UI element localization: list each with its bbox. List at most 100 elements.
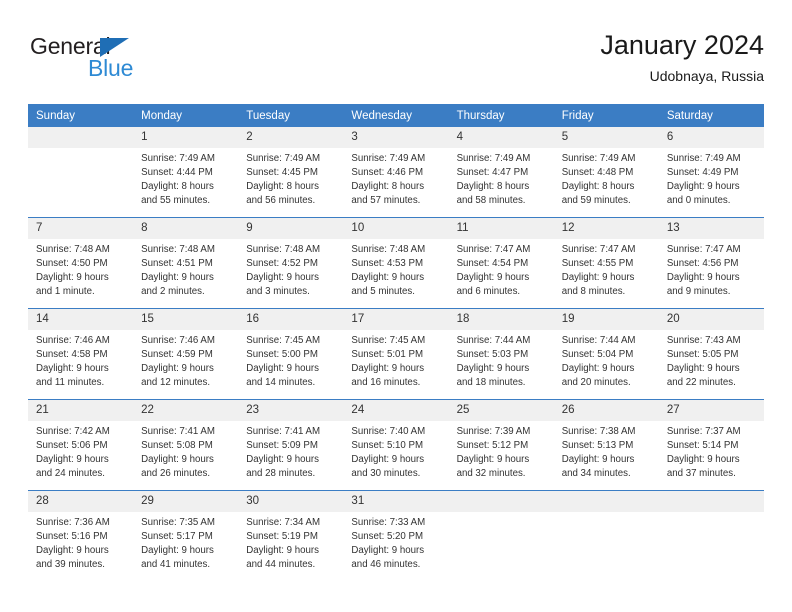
- day-cell-inner: 27 Sunrise: 7:37 AM Sunset: 5:14 PM Dayligh…: [658, 400, 764, 490]
- day-details: Sunrise: 7:42 AM Sunset: 5:06 PM Daylight:…: [28, 421, 133, 481]
- day-number: 31: [343, 491, 449, 512]
- calendar-day-cell[interactable]: 31 Sunrise: 7:33 AM Sunset: 5:20 PM Dayligh…: [343, 490, 449, 581]
- calendar-week-row: 1 Sunrise: 7:49 AM Sunset: 4:44 PM Daylight…: [28, 127, 764, 218]
- sunset-text: Sunset: 5:12 PM: [456, 439, 529, 451]
- day-cell-inner: 29 Sunrise: 7:35 AM Sunset: 5:17 PM Dayligh…: [133, 491, 239, 581]
- day-details: Sunrise: 7:36 AM Sunset: 5:16 PM Daylight:…: [28, 512, 133, 572]
- daylight-text: Daylight: 9 hours and 8 minutes.: [561, 271, 635, 297]
- weekday-header-wednesday: Wednesday: [343, 104, 449, 127]
- day-cell-inner: 20 Sunrise: 7:43 AM Sunset: 5:05 PM Dayligh…: [658, 309, 764, 399]
- general-blue-logo[interactable]: General Blue: [28, 33, 228, 91]
- calendar-day-cell[interactable]: 13 Sunrise: 7:47 AM Sunset: 4:56 PM Dayligh…: [658, 217, 764, 309]
- day-cell-inner: 23 Sunrise: 7:41 AM Sunset: 5:09 PM Dayligh…: [238, 400, 344, 490]
- calendar-header-row: Sunday Monday Tuesday Wednesday Thursday Frid…: [28, 104, 764, 127]
- day-number: 6: [658, 127, 764, 148]
- calendar-day-cell[interactable]: 9 Sunrise: 7:48 AM Sunset: 4:52 PM Daylight…: [238, 217, 344, 309]
- daylight-text: Daylight: 9 hours and 2 minutes.: [141, 271, 214, 297]
- day-details: Sunrise: 7:49 AM Sunset: 4:48 PM Daylight:…: [554, 148, 659, 208]
- sunset-text: Sunset: 5:17 PM: [141, 530, 213, 542]
- calendar-day-cell[interactable]: 8 Sunrise: 7:48 AM Sunset: 4:51 PM Daylight…: [133, 217, 239, 309]
- page-header: General Blue January 2024 Udobnaya, Russ…: [28, 28, 764, 98]
- calendar-day-cell[interactable]: 6 Sunrise: 7:49 AM Sunset: 4:49 PM Daylight…: [658, 127, 764, 218]
- day-cell-inner: 8 Sunrise: 7:48 AM Sunset: 4:51 PM Daylight…: [133, 218, 239, 308]
- calendar-day-cell[interactable]: 7 Sunrise: 7:48 AM Sunset: 4:50 PM Daylight…: [28, 217, 134, 309]
- sunset-text: Sunset: 4:47 PM: [456, 166, 529, 178]
- day-details: Sunrise: 7:49 AM Sunset: 4:45 PM Daylight:…: [238, 148, 343, 208]
- calendar-day-cell[interactable]: 23 Sunrise: 7:41 AM Sunset: 5:09 PM Dayligh…: [238, 399, 344, 491]
- day-cell-inner: [658, 491, 764, 581]
- page-subtitle-location: Udobnaya, Russia: [649, 68, 764, 84]
- calendar-day-cell[interactable]: 26 Sunrise: 7:38 AM Sunset: 5:13 PM Dayligh…: [553, 399, 659, 491]
- day-details: Sunrise: 7:49 AM Sunset: 4:46 PM Daylight:…: [343, 148, 448, 208]
- day-details: Sunrise: 7:44 AM Sunset: 5:03 PM Daylight:…: [449, 330, 554, 390]
- calendar-day-cell[interactable]: 17 Sunrise: 7:45 AM Sunset: 5:01 PM Dayligh…: [343, 308, 449, 400]
- calendar-day-cell[interactable]: 5 Sunrise: 7:49 AM Sunset: 4:48 PM Daylight…: [553, 127, 659, 218]
- sunrise-text: Sunrise: 7:41 AM: [246, 426, 321, 437]
- day-cell-inner: [28, 127, 134, 217]
- sunset-text: Sunset: 4:48 PM: [561, 166, 634, 178]
- day-details: Sunrise: 7:48 AM Sunset: 4:52 PM Daylight:…: [238, 239, 343, 299]
- day-number: 5: [553, 127, 659, 148]
- day-details: Sunrise: 7:44 AM Sunset: 5:04 PM Daylight:…: [554, 330, 659, 390]
- day-cell-inner: 2 Sunrise: 7:49 AM Sunset: 4:45 PM Daylight…: [238, 127, 344, 217]
- day-cell-inner: 13 Sunrise: 7:47 AM Sunset: 4:56 PM Dayligh…: [658, 218, 764, 308]
- calendar-day-cell[interactable]: 20 Sunrise: 7:43 AM Sunset: 5:05 PM Dayligh…: [658, 308, 764, 400]
- daylight-text: Daylight: 9 hours and 32 minutes.: [456, 453, 530, 479]
- day-details: Sunrise: 7:45 AM Sunset: 5:00 PM Daylight:…: [238, 330, 343, 390]
- calendar-day-cell[interactable]: 1 Sunrise: 7:49 AM Sunset: 4:44 PM Daylight…: [133, 127, 239, 218]
- daylight-text: Daylight: 9 hours and 11 minutes.: [36, 362, 109, 388]
- calendar-day-cell[interactable]: 4 Sunrise: 7:49 AM Sunset: 4:47 PM Daylight…: [448, 127, 554, 218]
- sunset-text: Sunset: 5:01 PM: [351, 348, 424, 360]
- daylight-text: Daylight: 8 hours and 55 minutes.: [141, 180, 214, 206]
- sunset-text: Sunset: 4:54 PM: [456, 257, 529, 269]
- daylight-text: Daylight: 8 hours and 56 minutes.: [246, 180, 319, 206]
- calendar-day-cell[interactable]: 15 Sunrise: 7:46 AM Sunset: 4:59 PM Dayligh…: [133, 308, 239, 400]
- day-cell-inner: 10 Sunrise: 7:48 AM Sunset: 4:53 PM Dayligh…: [343, 218, 449, 308]
- calendar-day-cell[interactable]: 22 Sunrise: 7:41 AM Sunset: 5:08 PM Dayligh…: [133, 399, 239, 491]
- calendar-page: General Blue January 2024 Udobnaya, Russ…: [0, 0, 792, 612]
- day-number: 2: [238, 127, 344, 148]
- calendar-day-cell[interactable]: 14 Sunrise: 7:46 AM Sunset: 4:58 PM Dayligh…: [28, 308, 134, 400]
- weekday-header-friday: Friday: [553, 104, 659, 127]
- calendar-day-cell[interactable]: 27 Sunrise: 7:37 AM Sunset: 5:14 PM Dayligh…: [658, 399, 764, 491]
- day-cell-inner: 30 Sunrise: 7:34 AM Sunset: 5:19 PM Dayligh…: [238, 491, 344, 581]
- sunset-text: Sunset: 4:59 PM: [141, 348, 213, 360]
- calendar-day-cell[interactable]: 16 Sunrise: 7:45 AM Sunset: 5:00 PM Dayligh…: [238, 308, 344, 400]
- calendar-day-cell[interactable]: 21 Sunrise: 7:42 AM Sunset: 5:06 PM Dayligh…: [28, 399, 134, 491]
- day-cell-inner: 7 Sunrise: 7:48 AM Sunset: 4:50 PM Daylight…: [28, 218, 134, 308]
- daylight-text: Daylight: 9 hours and 12 minutes.: [141, 362, 214, 388]
- calendar-day-cell[interactable]: 2 Sunrise: 7:49 AM Sunset: 4:45 PM Daylight…: [238, 127, 344, 218]
- calendar-day-cell[interactable]: 10 Sunrise: 7:48 AM Sunset: 4:53 PM Dayligh…: [343, 217, 449, 309]
- calendar-day-cell[interactable]: 19 Sunrise: 7:44 AM Sunset: 5:04 PM Dayligh…: [553, 308, 659, 400]
- sunrise-text: Sunrise: 7:47 AM: [561, 244, 636, 255]
- calendar-day-cell[interactable]: 24 Sunrise: 7:40 AM Sunset: 5:10 PM Dayligh…: [343, 399, 449, 491]
- calendar-day-cell[interactable]: 28 Sunrise: 7:36 AM Sunset: 5:16 PM Dayligh…: [28, 490, 134, 581]
- sunset-text: Sunset: 5:14 PM: [666, 439, 739, 451]
- day-cell-inner: 12 Sunrise: 7:47 AM Sunset: 4:55 PM Dayligh…: [553, 218, 659, 308]
- sunrise-text: Sunrise: 7:41 AM: [141, 426, 215, 437]
- calendar-table: Sunday Monday Tuesday Wednesday Thursday Frid…: [28, 104, 764, 581]
- sunrise-text: Sunrise: 7:47 AM: [456, 244, 531, 255]
- day-cell-inner: 16 Sunrise: 7:45 AM Sunset: 5:00 PM Dayligh…: [238, 309, 344, 399]
- calendar-day-cell[interactable]: 12 Sunrise: 7:47 AM Sunset: 4:55 PM Dayligh…: [553, 217, 659, 309]
- calendar-day-cell[interactable]: 18 Sunrise: 7:44 AM Sunset: 5:03 PM Dayligh…: [448, 308, 554, 400]
- day-cell-inner: 26 Sunrise: 7:38 AM Sunset: 5:13 PM Dayligh…: [553, 400, 659, 490]
- calendar-day-cell[interactable]: 30 Sunrise: 7:34 AM Sunset: 5:19 PM Dayligh…: [238, 490, 344, 581]
- day-cell-inner: 24 Sunrise: 7:40 AM Sunset: 5:10 PM Dayligh…: [343, 400, 449, 490]
- sunrise-text: Sunrise: 7:49 AM: [561, 153, 636, 164]
- sunrise-text: Sunrise: 7:34 AM: [246, 517, 321, 528]
- day-number: 29: [133, 491, 239, 512]
- weekday-header-sunday: Sunday: [28, 104, 134, 127]
- day-number: [658, 491, 764, 512]
- sunrise-text: Sunrise: 7:47 AM: [666, 244, 741, 255]
- sunrise-text: Sunrise: 7:44 AM: [456, 335, 531, 346]
- calendar-day-cell[interactable]: 29 Sunrise: 7:35 AM Sunset: 5:17 PM Dayligh…: [133, 490, 239, 581]
- day-number: 4: [448, 127, 554, 148]
- day-cell-inner: 31 Sunrise: 7:33 AM Sunset: 5:20 PM Dayligh…: [343, 491, 449, 581]
- calendar-day-cell[interactable]: 11 Sunrise: 7:47 AM Sunset: 4:54 PM Dayligh…: [448, 217, 554, 309]
- calendar-day-cell[interactable]: 25 Sunrise: 7:39 AM Sunset: 5:12 PM Dayligh…: [448, 399, 554, 491]
- sunrise-text: Sunrise: 7:45 AM: [351, 335, 426, 346]
- day-details: Sunrise: 7:47 AM Sunset: 4:56 PM Daylight:…: [659, 239, 764, 299]
- calendar-day-cell[interactable]: 3 Sunrise: 7:49 AM Sunset: 4:46 PM Daylight…: [343, 127, 449, 218]
- sunrise-text: Sunrise: 7:49 AM: [141, 153, 215, 164]
